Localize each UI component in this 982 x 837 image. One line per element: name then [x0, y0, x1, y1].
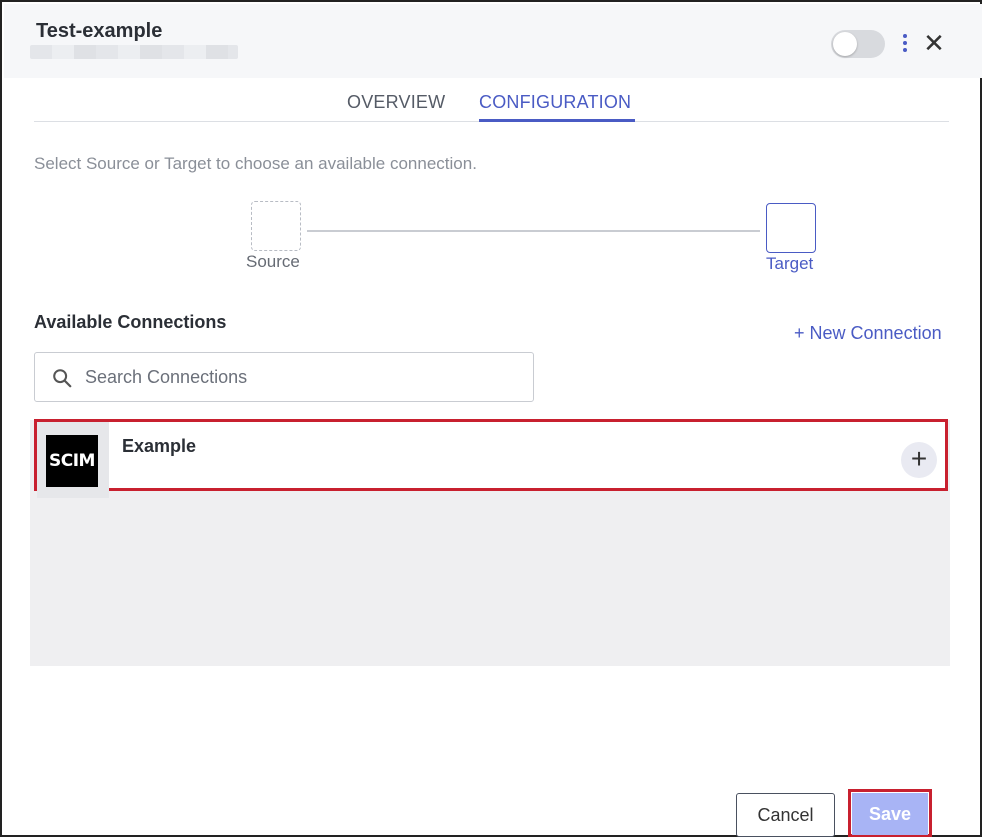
source-label: Source: [246, 252, 300, 271]
enable-toggle[interactable]: [831, 30, 885, 58]
cancel-button[interactable]: Cancel: [736, 793, 835, 837]
save-button[interactable]: Save: [852, 793, 928, 835]
connection-name: Example: [122, 436, 197, 456]
plus-icon[interactable]: +: [901, 442, 937, 478]
target-node[interactable]: [766, 203, 816, 253]
connection-item-example[interactable]: SCIM Example +: [34, 419, 948, 498]
modal-header: Test-example ✕: [4, 4, 982, 78]
kebab-menu-icon[interactable]: [895, 30, 915, 56]
search-icon: [53, 369, 72, 388]
active-tab-indicator: [479, 119, 635, 122]
toggle-knob: [833, 32, 857, 56]
search-input[interactable]: [85, 354, 525, 400]
source-node[interactable]: [251, 201, 301, 251]
target-label: Target: [766, 254, 814, 273]
search-connections[interactable]: [34, 352, 534, 402]
close-icon[interactable]: ✕: [922, 30, 946, 56]
modal-dialog: Test-example ✕ OVERVIEW CONFIGURATION Se…: [0, 0, 982, 837]
scim-logo-icon: SCIM: [46, 435, 98, 487]
redacted-subtitle: [30, 45, 238, 59]
tab-bar: OVERVIEW CONFIGURATION: [34, 82, 949, 122]
tab-overview[interactable]: OVERVIEW: [347, 92, 445, 113]
instruction-text: Select Source or Target to choose an ava…: [34, 154, 477, 173]
tab-configuration[interactable]: CONFIGURATION: [479, 92, 631, 113]
modal-title: Test-example: [36, 20, 163, 42]
available-connections-title: Available Connections: [34, 312, 227, 332]
source-target-connector: [307, 230, 760, 232]
connection-logo-container: SCIM: [37, 422, 109, 498]
new-connection-link[interactable]: + New Connection: [794, 323, 942, 344]
